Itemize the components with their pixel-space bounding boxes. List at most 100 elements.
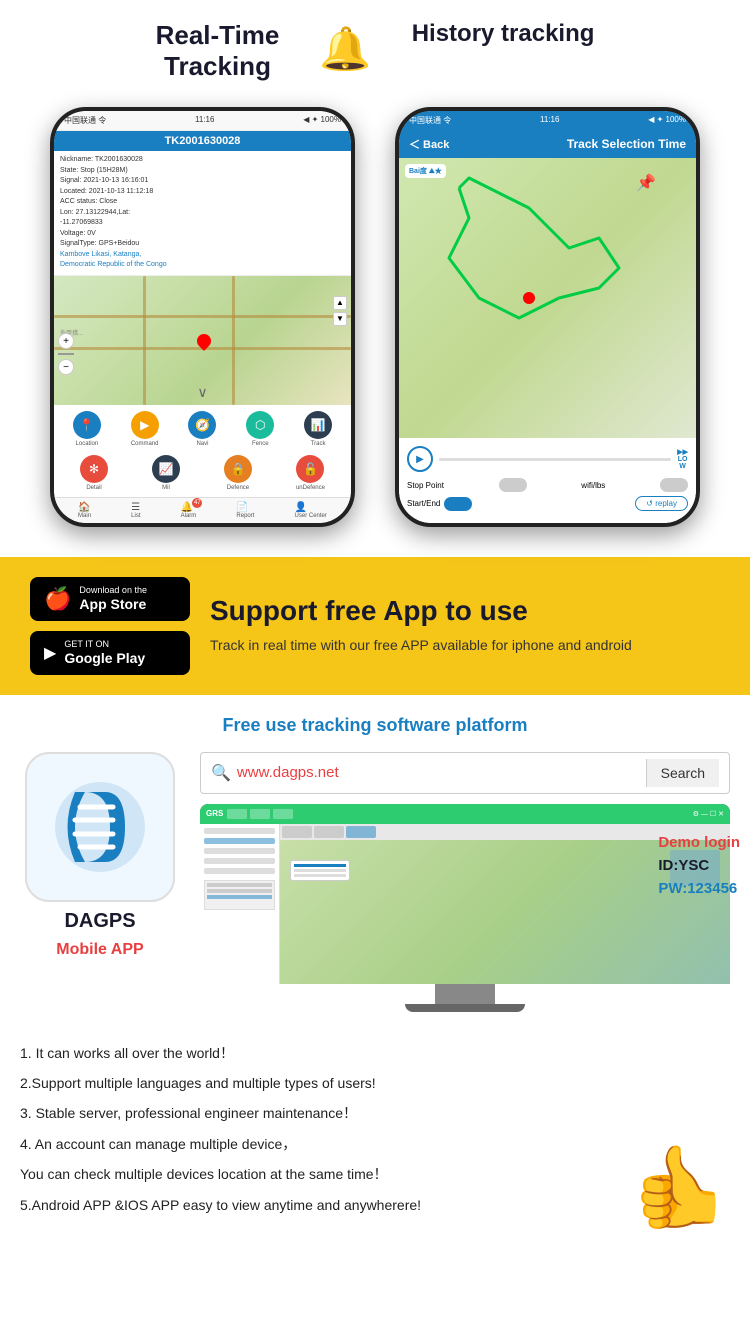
platform-title: Free use tracking software platform	[20, 715, 730, 736]
platform-row: DAGPS Mobile APP 🔍 www.dagps.net Search …	[20, 752, 730, 1012]
monitor-wrapper: GRS ⚙ — ☐ ✕	[200, 804, 730, 1012]
tab2	[250, 809, 270, 819]
feature-item2: 2.Support multiple languages and multipl…	[20, 1072, 730, 1094]
mil-btn[interactable]: 📈 Mil	[152, 455, 180, 491]
bell-icon: 🔔	[319, 20, 371, 74]
app-store-text: Download on the App Store	[79, 585, 147, 613]
platform-section: Free use tracking software platform	[0, 695, 750, 1022]
sidebar-item4	[204, 858, 275, 864]
device-item1	[207, 883, 272, 887]
get-it-on-label: GET IT ON	[64, 639, 145, 650]
monitor-tab2	[314, 826, 344, 838]
map-down[interactable]: ▼	[333, 312, 347, 326]
phone1-map: 外甲措... ▲ ▼ + − ∨	[54, 276, 351, 406]
monitor-content: 📍	[200, 824, 730, 984]
sidebar-item2	[204, 838, 275, 844]
stop-point-toggle[interactable]	[499, 478, 527, 492]
bottom-report[interactable]: 📄 Report	[236, 502, 254, 519]
search-button[interactable]: Search	[646, 759, 719, 787]
google-play-label: Google Play	[64, 650, 145, 667]
detail-icon: ✻	[80, 455, 108, 483]
location-icon: 📍	[73, 411, 101, 439]
thumbs-up-icon: 👍	[630, 1140, 730, 1234]
features-header: Real-TimeTracking 🔔 History tracking	[30, 20, 720, 82]
phone1-statusbar: 中国联通 令 11:16 ◀ ✦ 100%	[54, 111, 351, 131]
detail-btn[interactable]: ✻ Detail	[80, 455, 108, 491]
history-tracking-label: History tracking	[412, 20, 595, 48]
feature-item1: 1. It can works all over the world！	[20, 1042, 730, 1064]
home-icon: 🏠	[78, 502, 91, 513]
track-label: Track	[311, 441, 326, 447]
tab1	[227, 809, 247, 819]
start-end-toggle[interactable]	[444, 497, 472, 511]
bottom-main[interactable]: 🏠 Main	[78, 502, 91, 519]
store-buttons: 🍎 Download on the App Store ▶ GET IT ON …	[30, 577, 190, 674]
sidebar-item3	[204, 848, 275, 854]
dagps-logo	[25, 752, 175, 902]
phone2-screen: 中国联通 令 11:16 ◀ ✦ 100% ＜ Back Track Selec…	[399, 111, 696, 523]
track-btn[interactable]: 📊 Track	[304, 411, 332, 447]
phone1-info: Nickname: TK2001630028 State: Stop (15H2…	[54, 151, 351, 276]
phone2-map: Bai度 ⛰★ 📌	[399, 158, 696, 438]
location-btn[interactable]: 📍 Location	[73, 411, 101, 447]
navi-btn[interactable]: 🧭 Navi	[188, 411, 216, 447]
demo-pw-label: PW:123456	[658, 880, 740, 897]
device-item3	[207, 895, 272, 899]
phone1-screen: 中国联通 令 11:16 ◀ ✦ 100% TK2001630028 Nickn…	[54, 111, 351, 523]
demo-info: Demo login ID:YSC PW:123456	[658, 834, 740, 897]
back-btn[interactable]: ＜ Back	[409, 136, 449, 152]
info-located: Located: 2021-10-13 11:12:18	[60, 187, 345, 198]
support-text: Support free App to use Track in real ti…	[210, 595, 632, 656]
play-icon: ▶	[44, 643, 56, 663]
bottom-alarm[interactable]: 🔔 47 Alarm	[181, 502, 197, 519]
bottom-user[interactable]: 👤 User Center	[295, 502, 327, 519]
info-nickname: Nickname: TK2001630028	[60, 155, 345, 166]
monitor-tabs	[227, 809, 688, 819]
map-up[interactable]: ▲	[333, 296, 347, 310]
list-icon: ☰	[131, 502, 140, 513]
phone2-carrier: 中国联通 令	[409, 115, 451, 126]
dagps-svg	[45, 772, 155, 882]
replay-button[interactable]: ↺ replay	[635, 496, 688, 511]
info-acc: ACC status: Close	[60, 197, 345, 208]
info-popup	[290, 860, 350, 881]
zoom-in[interactable]: +	[58, 333, 74, 349]
phone2-time: 11:16	[540, 115, 559, 126]
speed-bar[interactable]	[439, 458, 671, 461]
navi-label: Navi	[196, 441, 208, 447]
app-store-button[interactable]: 🍎 Download on the App Store	[30, 577, 190, 621]
mobile-app-label: Mobile APP	[56, 941, 143, 959]
search-icon: 🔍	[211, 763, 231, 783]
start-end-row: Start/End ↺ replay	[407, 496, 688, 511]
popup-line1	[294, 864, 346, 867]
search-url[interactable]: www.dagps.net	[237, 764, 640, 781]
command-btn[interactable]: ▶ Command	[131, 411, 159, 447]
monitor-bar: GRS ⚙ — ☐ ✕	[200, 804, 730, 824]
detail-label: Detail	[86, 485, 101, 491]
info-voltage: Voltage: 0V	[60, 229, 345, 240]
phone2-title: Track Selection Time	[567, 137, 686, 151]
map-expand-icon[interactable]: ∨	[197, 384, 207, 401]
support-desc: Track in real time with our free APP ava…	[210, 635, 632, 656]
feature-item5: 5.Android APP &IOS APP easy to view anyt…	[20, 1194, 730, 1216]
zoom-out[interactable]: −	[58, 359, 74, 375]
yellow-pin: 📌	[636, 173, 656, 193]
gps-label: GRS	[206, 809, 223, 818]
monitor-tab3	[346, 826, 376, 838]
fence-btn[interactable]: ⬡ Fence	[246, 411, 274, 447]
info-state: State: Stop (15H28M)	[60, 166, 345, 177]
user-icon: 👤	[295, 502, 327, 513]
playback-row: ▶ ▶▶LOW	[407, 446, 688, 472]
monitor-base	[405, 1004, 525, 1012]
google-play-button[interactable]: ▶ GET IT ON Google Play	[30, 631, 190, 675]
top-section: Real-TimeTracking 🔔 History tracking 中国联…	[0, 0, 750, 557]
defence-btn[interactable]: 🔒 Defence	[224, 455, 252, 491]
undefence-btn[interactable]: 🔓 unDefence	[296, 455, 325, 491]
bottom-list[interactable]: ☰ List	[131, 502, 140, 519]
wifi-lbs-toggle[interactable]	[660, 478, 688, 492]
feature-item3: 3. Stable server, professional engineer …	[20, 1102, 730, 1124]
phone1-header: TK2001630028	[54, 131, 351, 151]
play-button[interactable]: ▶	[407, 446, 433, 472]
info-location: Kambove Likasi, Katanga,Democratic Repub…	[60, 250, 345, 271]
device-item2	[207, 889, 272, 893]
